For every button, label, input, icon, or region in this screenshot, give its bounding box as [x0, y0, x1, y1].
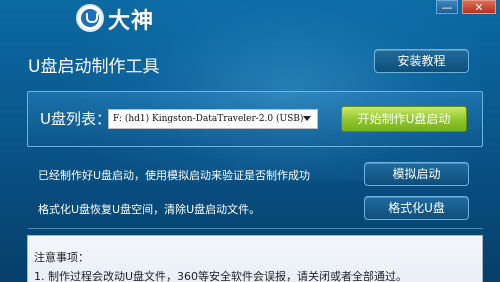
app-window: 大神 — ✕ U盘启动制作工具 安装教程 U盘列表： F: (hd1) King…	[0, 0, 500, 282]
device-select[interactable]: F: (hd1) Kingston-DataTraveler-2.0 (USB)	[108, 109, 318, 129]
tutorial-button[interactable]: 安装教程	[374, 49, 469, 73]
minimize-button[interactable]: —	[436, 0, 458, 14]
dashen-logo-icon	[76, 4, 104, 32]
page-title: U盘启动制作工具	[28, 57, 160, 77]
notes-item: 1. 制作过程会改动U盘文件，360等安全软件会误报，请关闭或者全部通过。	[34, 270, 408, 282]
format-description: 格式化U盘恢复U盘空间，清除U盘启动文件。	[38, 203, 261, 216]
simulate-boot-button[interactable]: 模拟启动	[364, 162, 469, 186]
close-button[interactable]: ✕	[462, 0, 496, 14]
chevron-down-icon[interactable]	[303, 116, 311, 121]
simulate-description: 已经制作好U盘启动，使用模拟启动来验证是否制作成功	[38, 169, 311, 182]
brand-name: 大神	[108, 9, 155, 34]
section-divider	[28, 228, 483, 229]
start-make-button[interactable]: 开始制作U盘启动	[341, 106, 467, 132]
title-bar[interactable]: 大神 — ✕	[0, 0, 500, 38]
format-usb-button[interactable]: 格式化U盘	[364, 196, 469, 220]
notes-title: 注意事项：	[34, 251, 89, 264]
logo-emblem	[81, 9, 99, 27]
device-list-label: U盘列表：	[40, 110, 111, 128]
